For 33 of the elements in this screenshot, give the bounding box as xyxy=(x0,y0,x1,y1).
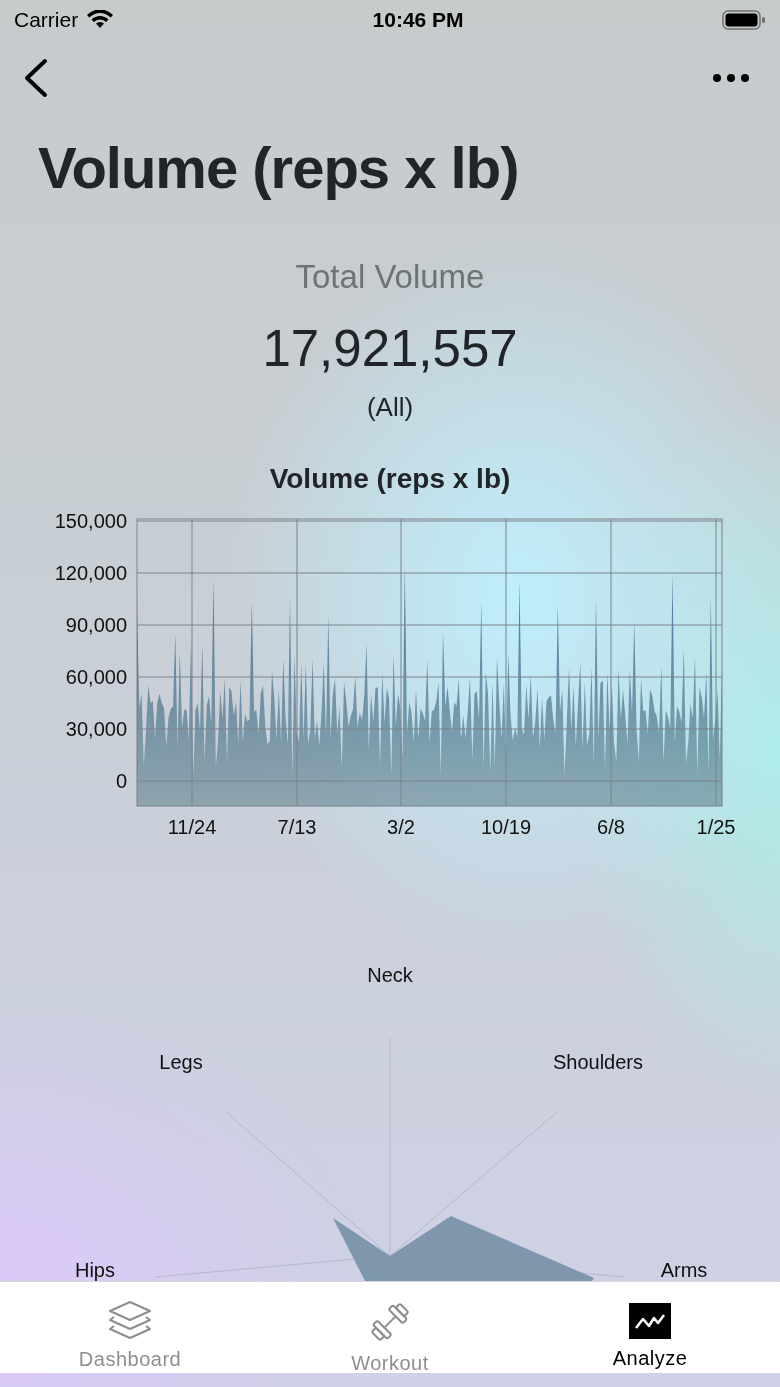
tab-bar-item[interactable]: Dashboard xyxy=(0,1282,260,1373)
y-axis-label: 0 xyxy=(115,770,127,792)
x-axis-label: 1/25 xyxy=(696,816,736,838)
chart-icon xyxy=(629,1303,671,1339)
carrier-label: Carrier xyxy=(14,7,79,34)
radar-axis-label: Hips xyxy=(75,1259,115,1281)
status-time: 10:46 PM xyxy=(372,7,464,34)
x-axis-label: 3/2 xyxy=(387,816,415,838)
radar-axis-label: Legs xyxy=(159,1051,203,1073)
radar-axis-label: Arms xyxy=(660,1259,708,1281)
y-axis-label: 30,000 xyxy=(65,718,127,740)
back-icon[interactable] xyxy=(22,57,48,98)
total-volume-label: Total Volume xyxy=(295,260,485,293)
y-axis-label: 60,000 xyxy=(65,666,127,688)
y-axis-label: 120,000 xyxy=(54,562,127,584)
total-volume-value: 17,921,557 xyxy=(262,323,518,374)
battery-icon xyxy=(722,10,766,30)
y-axis-label: 150,000 xyxy=(54,510,127,532)
tab-bar-item[interactable]: Workout xyxy=(260,1282,520,1373)
layers-icon xyxy=(108,1300,152,1340)
radar-axis-label: Neck xyxy=(367,964,413,986)
x-axis-label: 11/24 xyxy=(167,816,217,838)
radar-axis-label: Shoulders xyxy=(552,1051,644,1073)
wifi-icon xyxy=(86,10,115,30)
x-axis-label: 7/13 xyxy=(277,816,317,838)
dumbbell-icon xyxy=(368,1300,412,1344)
range-label: (All) xyxy=(366,394,414,420)
y-axis-label: 90,000 xyxy=(65,614,127,636)
x-axis-label: 10/19 xyxy=(480,816,532,838)
x-axis-label: 6/8 xyxy=(597,816,625,838)
tab-bar-item[interactable]: Analyze xyxy=(520,1282,780,1373)
more-icon[interactable] xyxy=(712,72,750,83)
chart-title: Volume (reps x lb) xyxy=(269,465,511,493)
